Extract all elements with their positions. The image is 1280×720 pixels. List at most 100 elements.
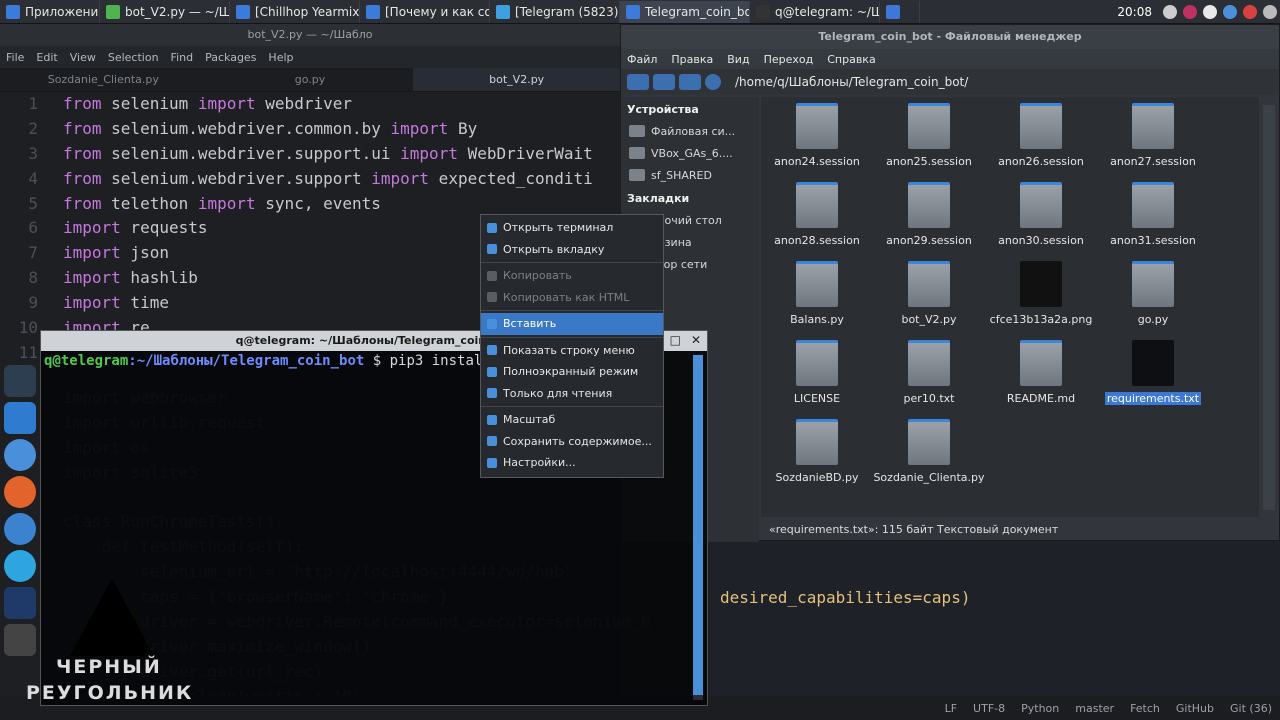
status-item[interactable]: GitHub (1176, 702, 1214, 715)
file-item[interactable]: anon24.session (761, 101, 873, 180)
sidebar-item[interactable]: VBox_GAs_6.... (621, 142, 759, 164)
file-name: anon25.session (886, 155, 972, 168)
status-item[interactable]: Fetch (1130, 702, 1160, 715)
path-bar[interactable]: /home/q/Шаблоны/Telegram_coin_bot/ (735, 75, 968, 89)
file-item[interactable]: anon31.session (1097, 180, 1209, 259)
workspace-switcher[interactable] (880, 0, 920, 23)
file-icon (908, 261, 950, 307)
sidebar-item[interactable]: Файловая си... (621, 120, 759, 142)
taskbar-item-label: [Почему и как сост... (385, 4, 489, 19)
tray-icon[interactable] (1263, 4, 1277, 19)
file-item[interactable]: SozdanieBD.py (761, 417, 873, 496)
editor-tab[interactable]: go.py (207, 68, 414, 91)
menu-item[interactable]: Help (268, 51, 293, 64)
maximize-icon[interactable]: □ (670, 333, 681, 347)
menu-item[interactable]: Edit (36, 51, 57, 64)
menu-item[interactable]: Packages (205, 51, 256, 64)
tray-icon[interactable] (1223, 4, 1237, 19)
app-icon (756, 4, 770, 19)
code-text: from telethon import sync, events (63, 193, 381, 213)
tray-icon[interactable] (1243, 4, 1257, 19)
back-button[interactable] (627, 74, 649, 90)
taskbar-item[interactable]: [Telegram (5823)] (490, 0, 620, 23)
editor-tab[interactable]: bot_V2.py (413, 68, 621, 91)
file-item[interactable]: per10.txt (873, 338, 985, 417)
taskbar-item[interactable]: Telegram_coin_bot -... (620, 0, 750, 23)
file-item[interactable]: Sozdanie_Clienta.py (873, 417, 985, 496)
file-icon (796, 419, 838, 465)
menu-item[interactable]: Find (171, 51, 194, 64)
terminal-scrollbar[interactable] (693, 355, 703, 700)
taskbar-item[interactable]: [Chillhop Yearmix 2... (230, 0, 360, 23)
terminal-path: :~/Шаблоны/Telegram_coin_bot (128, 353, 365, 369)
home-button[interactable] (705, 74, 721, 90)
context-menu-item[interactable]: Показать строку меню (481, 340, 663, 362)
file-item[interactable]: Balans.py (761, 259, 873, 338)
close-icon[interactable]: ✕ (691, 333, 701, 347)
taskbar-item-label: Telegram_coin_bot -... (645, 4, 750, 19)
editor-app-icon[interactable] (4, 624, 36, 656)
lock-icon[interactable] (4, 587, 36, 619)
status-item[interactable]: Git (36) (1230, 702, 1272, 715)
file-item[interactable]: cfce13b13a2a.png (985, 259, 1097, 338)
file-item[interactable]: anon30.session (985, 180, 1097, 259)
status-item[interactable]: Python (1021, 702, 1059, 715)
file-item[interactable]: LICENSE (761, 338, 873, 417)
file-item[interactable]: anon25.session (873, 101, 985, 180)
file-item[interactable]: README.md (985, 338, 1097, 417)
browser-app-icon[interactable] (4, 439, 36, 471)
context-menu-item[interactable]: Вставить (481, 313, 663, 335)
file-item[interactable]: anon26.session (985, 101, 1097, 180)
menu-item[interactable]: Переход (764, 53, 814, 66)
context-menu-item[interactable]: Полноэкранный режим (481, 361, 663, 383)
menu-item[interactable]: View (70, 51, 96, 64)
file-grid-scrollbar[interactable] (1263, 105, 1275, 510)
tray-icon[interactable] (1183, 4, 1197, 19)
menu-item[interactable]: File (6, 51, 24, 64)
file-item[interactable]: bot_V2.py (873, 259, 985, 338)
chromium-icon[interactable] (4, 513, 36, 545)
line-number: 3 (28, 143, 38, 163)
status-item[interactable]: LF (945, 702, 957, 715)
context-menu-item[interactable]: Открыть вкладку (481, 239, 663, 261)
sidebar-item[interactable]: sf_SHARED (621, 164, 759, 186)
forward-button[interactable] (653, 74, 675, 90)
menu-item[interactable]: Правка (671, 53, 713, 66)
context-menu-item[interactable]: Настройки... (481, 452, 663, 474)
context-menu-item[interactable]: Только для чтения (481, 383, 663, 405)
taskbar-item[interactable]: [Почему и как сост... (360, 0, 490, 23)
menu-item[interactable]: Справка (827, 53, 875, 66)
file-item[interactable]: anon29.session (873, 180, 985, 259)
file-icon (796, 182, 838, 228)
menu-item[interactable]: Selection (108, 51, 159, 64)
file-item[interactable]: requirements.txt (1097, 338, 1209, 417)
code-text: from selenium import webdriver (63, 94, 352, 113)
context-menu-item[interactable]: Открыть терминал (481, 217, 663, 239)
up-button[interactable] (679, 74, 701, 90)
context-menu-item: Копировать (481, 265, 663, 287)
status-item[interactable]: master (1075, 702, 1114, 715)
tray-icon[interactable] (1163, 4, 1177, 19)
taskbar-item[interactable]: q@telegram: ~/Шаб... (750, 0, 880, 23)
file-item[interactable]: anon28.session (761, 180, 873, 259)
editor-tab[interactable]: Sozdanie_Clienta.py (0, 68, 207, 91)
context-menu-item[interactable]: Масштаб (481, 409, 663, 431)
firefox-icon[interactable] (4, 476, 36, 508)
taskbar-item[interactable]: bot_V2.py — ~/Шаб... (100, 0, 230, 23)
terminal-app-icon[interactable] (4, 365, 36, 397)
status-item[interactable]: UTF-8 (973, 702, 1005, 715)
context-menu-item[interactable]: Сохранить содержимое... (481, 431, 663, 453)
file-name: anon31.session (1110, 234, 1196, 247)
code-fragment-right: desired_capabilities=caps) (720, 588, 971, 607)
editor-tabs: Sozdanie_Clienta.py go.py bot_V2.py (0, 68, 621, 92)
file-item[interactable]: go.py (1097, 259, 1209, 338)
file-item[interactable]: anon27.session (1097, 101, 1209, 180)
files-app-icon[interactable] (4, 402, 36, 434)
menu-item[interactable]: Вид (727, 53, 749, 66)
taskbar-item[interactable]: Приложения (0, 0, 100, 23)
tray-icon[interactable] (1203, 4, 1217, 19)
telegram-icon[interactable] (4, 550, 36, 582)
context-menu-label: Настройки... (503, 456, 576, 470)
menu-item[interactable]: Файл (627, 53, 657, 66)
terminal-user: q@telegram (44, 353, 129, 369)
